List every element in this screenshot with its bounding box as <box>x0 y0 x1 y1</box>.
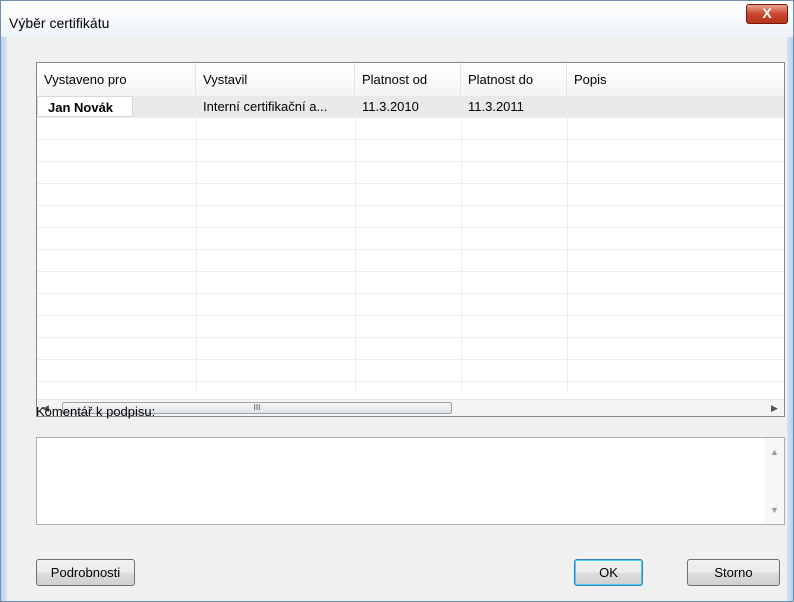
column-header-issuer[interactable]: Vystavil <box>196 63 355 96</box>
empty-row <box>37 294 784 316</box>
column-divider <box>355 96 356 393</box>
empty-row <box>37 162 784 184</box>
empty-row <box>37 250 784 272</box>
empty-row <box>37 338 784 360</box>
ok-button[interactable]: OK <box>574 559 643 586</box>
dialog-content: Vystaveno pro Vystavil Platnost od Platn… <box>7 37 787 601</box>
column-header-issued-to[interactable]: Vystaveno pro <box>37 63 196 96</box>
dialog-title: Výběr certifikátu <box>9 15 110 31</box>
certificate-list[interactable]: Vystaveno pro Vystavil Platnost od Platn… <box>36 62 785 417</box>
certificate-dialog: Výběr certifikátu X Vystaveno pro Vystav… <box>0 0 794 602</box>
cell-issuer: Interní certifikační a... <box>203 99 328 114</box>
empty-row <box>37 360 784 382</box>
empty-row <box>37 184 784 206</box>
empty-row <box>37 228 784 250</box>
comment-textarea[interactable]: ▲ ▼ <box>36 437 785 525</box>
empty-row <box>37 140 784 162</box>
scroll-right-icon[interactable]: ▶ <box>766 400 783 416</box>
close-button[interactable]: X <box>746 4 788 24</box>
column-divider <box>567 96 568 393</box>
thumb-grip-icon: III <box>253 403 261 412</box>
empty-row <box>37 316 784 338</box>
column-divider <box>196 96 197 393</box>
scroll-up-icon[interactable]: ▲ <box>765 444 784 460</box>
cell-issued-to: Jan Novák <box>37 96 196 118</box>
cancel-button[interactable]: Storno <box>687 559 780 586</box>
cell-valid-to: 11.3.2011 <box>468 99 524 114</box>
table-row[interactable]: Jan Novák Interní certifikační a... 11.3… <box>37 96 784 118</box>
empty-row <box>37 118 784 140</box>
column-divider <box>461 96 462 393</box>
comment-label: Komentář k podpisu: <box>36 404 156 419</box>
details-button[interactable]: Podrobnosti <box>36 559 135 586</box>
issued-to-focus-box: Jan Novák <box>37 96 133 117</box>
column-header-valid-from[interactable]: Platnost od <box>355 63 461 96</box>
issued-to-text: Jan Novák <box>48 100 114 115</box>
window-frame-right <box>787 37 793 601</box>
column-header-description[interactable]: Popis <box>567 63 784 96</box>
comment-vertical-scrollbar[interactable]: ▲ ▼ <box>765 438 784 524</box>
empty-row <box>37 272 784 294</box>
cell-valid-from: 11.3.2010 <box>362 99 419 114</box>
close-icon: X <box>762 5 772 21</box>
scroll-down-icon[interactable]: ▼ <box>765 502 784 518</box>
empty-row <box>37 206 784 228</box>
column-header-valid-to[interactable]: Platnost do <box>461 63 567 96</box>
list-header: Vystaveno pro Vystavil Platnost od Platn… <box>37 63 784 97</box>
title-bar: Výběr certifikátu X <box>1 1 793 37</box>
cell-description <box>567 96 784 118</box>
